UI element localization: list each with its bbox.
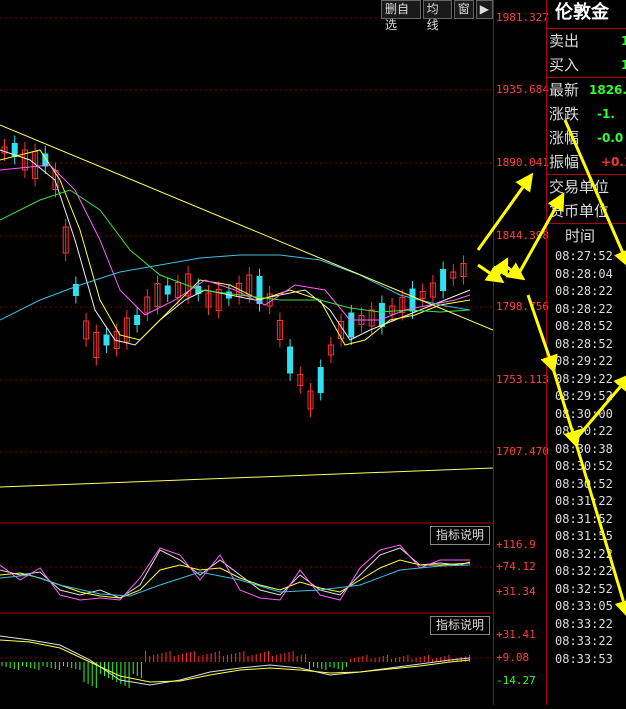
tick-time: 08:28:04	[555, 266, 613, 281]
tick-time: 08:30:00	[555, 406, 613, 421]
tick-time: 08:32:22	[555, 564, 613, 578]
currency-row: 货币单位	[547, 199, 626, 223]
change-label: 涨跌	[549, 105, 580, 123]
instrument-title: 伦敦金	[547, 0, 626, 29]
tick-time: 08:28:52	[555, 319, 613, 333]
buy-label: 买入	[549, 56, 580, 74]
time-header: 时间	[565, 227, 596, 245]
candlestick-chart[interactable]	[0, 0, 494, 705]
candle	[440, 269, 447, 291]
tick-time: 08:29:52	[555, 389, 613, 403]
buy-row: 买入 1	[547, 53, 626, 77]
tick-time: 08:32:52	[555, 581, 613, 596]
last-label: 最新	[549, 81, 580, 99]
y-label: 1798.756	[496, 300, 549, 313]
tick-time: 08:29:22	[555, 354, 613, 368]
tick-time: 08:27:52	[555, 249, 613, 263]
tick-time: 08:33:22	[555, 634, 613, 648]
tick-time: 08:33:53	[555, 651, 613, 666]
unit-label: 交易单位	[549, 178, 610, 196]
y-label: 1981.327	[496, 11, 549, 24]
candle	[287, 346, 294, 374]
candle	[317, 367, 324, 393]
trend-line-lower	[0, 467, 494, 488]
delete-favorite-button[interactable]: 删自选	[381, 0, 421, 32]
indicator-help-button-2[interactable]: 指标说明	[430, 616, 490, 635]
sell-value: 1	[621, 29, 626, 53]
tick-time: 08:30:52	[555, 476, 613, 491]
y-label: 1707.470	[496, 445, 549, 458]
amp-value: +0.1	[601, 155, 626, 169]
y-label: +9.08	[496, 651, 530, 664]
sell-label: 卖出	[549, 32, 580, 50]
y-label: 1753.113	[496, 373, 549, 386]
ind1-line-white	[0, 547, 471, 599]
y-label: +31.34	[496, 585, 536, 598]
candle	[103, 334, 110, 346]
ma-line-yellow	[0, 149, 471, 346]
trend-line-upper	[0, 124, 494, 331]
ind1-line-magenta	[0, 544, 470, 601]
window-button[interactable]: 窗	[453, 0, 474, 19]
ma-line-white	[0, 149, 471, 346]
y-label: +74.12	[496, 560, 536, 573]
amp-label: 振幅	[549, 153, 580, 171]
buy-value: 1	[621, 53, 626, 77]
chart-area[interactable]: 删自选 均线 窗 ▶ 指标说明 指标说明	[0, 0, 494, 705]
tick-time: 08:30:38	[555, 441, 613, 456]
change-row: 涨跌 -1.	[547, 102, 626, 126]
y-label: 1890.041	[496, 156, 549, 169]
pct-row: 涨幅 -0.0	[547, 126, 626, 150]
tick-time: 08:31:22	[555, 494, 613, 508]
ma-line-green	[0, 189, 471, 313]
tick-time: 08:30:22	[555, 424, 613, 438]
price-axis: 1981.327 1935.684 1890.041 1844.398 1798…	[493, 0, 549, 705]
candle	[134, 315, 141, 325]
tick-time: 08:28:52	[555, 336, 613, 351]
pct-label: 涨幅	[549, 129, 580, 147]
quote-panel: 伦敦金 卖出1 买入1 最新1826. 涨跌-1. 涨幅-0.0 振幅+0.1 …	[546, 0, 626, 705]
y-label: +31.41	[496, 628, 536, 641]
sell-row: 卖出 1	[547, 29, 626, 53]
tick-time: 08:32:22	[555, 546, 613, 561]
last-value: 1826.	[589, 83, 626, 97]
tick-time: 08:28:22	[555, 301, 613, 316]
ma-line-magenta	[0, 164, 471, 321]
ma-line-button[interactable]: 均线	[422, 0, 452, 32]
y-label: 1844.398	[496, 229, 549, 242]
candle	[348, 312, 355, 338]
tick-time: 08:33:05	[555, 599, 613, 613]
pct-value: -0.0	[597, 131, 624, 145]
candle	[164, 285, 171, 295]
y-label: 1935.684	[496, 83, 549, 96]
y-label: +116.9	[496, 538, 536, 551]
tick-time: 08:31:55	[555, 529, 613, 543]
amp-row: 振幅 +0.1	[547, 150, 626, 174]
currency-label: 货币单位	[549, 202, 610, 220]
expand-arrow-icon[interactable]: ▶	[475, 0, 493, 19]
tick-time: 08:29:22	[555, 371, 613, 386]
tick-time: 08:33:22	[555, 616, 613, 631]
indicator-help-button-1[interactable]: 指标说明	[430, 526, 490, 545]
candle	[378, 303, 385, 327]
tick-time: 08:28:22	[555, 284, 613, 298]
change-value: -1.	[597, 107, 615, 121]
last-row: 最新 1826.	[547, 78, 626, 102]
y-label: -14.27	[496, 674, 536, 687]
tick-time: 08:31:52	[555, 511, 613, 526]
tick-list[interactable]: 08:27:52 08:28:04 08:28:22 08:28:22 08:28:52…	[547, 248, 626, 668]
chart-toolbar: 删自选 均线 窗 ▶	[381, 0, 493, 32]
unit-row: 交易单位	[547, 175, 626, 199]
tick-time: 08:30:52	[555, 459, 613, 473]
